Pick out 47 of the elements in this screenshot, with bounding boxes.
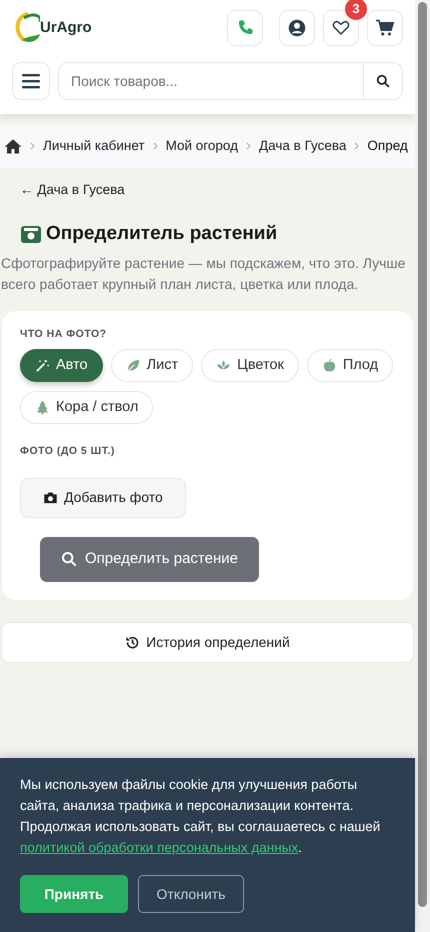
breadcrumb-link[interactable]: Личный кабинет	[43, 136, 145, 156]
apple-icon	[322, 358, 337, 374]
menu-button[interactable]	[12, 62, 50, 100]
breadcrumb-link[interactable]: Мой огород	[166, 136, 238, 156]
cart-icon	[375, 19, 395, 37]
description-text: Сфотографируйте растение — мы подскажем, что это. Лучше всего работает крупный план листа, цветка или плода.	[1, 254, 406, 294]
menu-icon	[22, 73, 40, 89]
type-chip[interactable]: Кора / ствол	[20, 391, 154, 424]
add-photo-button[interactable]: Добавить фото	[20, 478, 186, 518]
cart-button[interactable]	[367, 10, 403, 46]
decline-button[interactable]: Отклонить	[138, 875, 244, 913]
user-icon	[288, 19, 306, 37]
chevron-icon	[30, 142, 35, 150]
back-link[interactable]: ← Дача в Гусева	[20, 180, 415, 200]
breadcrumb-link[interactable]: Дача в Гусева	[259, 136, 346, 156]
chevron-icon	[354, 142, 360, 150]
type-chip[interactable]: Плод	[306, 349, 394, 382]
history-icon	[125, 634, 140, 650]
type-chip[interactable]: Цветок	[201, 349, 299, 382]
camera-icon	[43, 491, 58, 504]
leaf-icon	[126, 358, 141, 374]
chevron-icon	[246, 142, 252, 150]
home-icon	[4, 138, 22, 154]
account-button[interactable]	[279, 10, 315, 46]
search-icon	[61, 551, 77, 568]
type-chip[interactable]: Лист	[110, 349, 194, 382]
search-button[interactable]	[363, 62, 403, 100]
scrollbar-thumb[interactable]	[418, 2, 427, 907]
heart-icon	[332, 19, 350, 37]
breadcrumb-current: Опред	[367, 137, 408, 155]
privacy-policy-link[interactable]: политикой обработки персональных данных	[20, 840, 298, 855]
phone-button[interactable]	[227, 10, 263, 46]
search-field[interactable]: Поиск товаров...	[58, 62, 363, 100]
field-label: ФОТО (ДО 5 ШТ.)	[20, 444, 116, 460]
logo-text: UrAgro	[40, 18, 92, 38]
field-label: ЧТО НА ФОТО?	[20, 327, 108, 342]
count-badge: 3	[345, 0, 367, 20]
cookie-text: Мы используем файлы cookie для улучшения работы сайта, анализа трафика и персонализации контента. Продолжая использовать сайт, вы соглашаетесь с нашей политикой обработки персональных данных.	[20, 776, 382, 857]
type-chip[interactable]: Авто	[20, 349, 103, 382]
page-title: Определитель растений	[46, 222, 278, 246]
search-icon	[376, 74, 390, 88]
phone-icon	[236, 19, 254, 37]
camera-icon	[20, 224, 42, 244]
wand-icon	[35, 358, 50, 374]
tree-icon	[35, 400, 50, 416]
chevron-icon	[152, 142, 158, 150]
history-button[interactable]: История определений	[1, 622, 414, 663]
